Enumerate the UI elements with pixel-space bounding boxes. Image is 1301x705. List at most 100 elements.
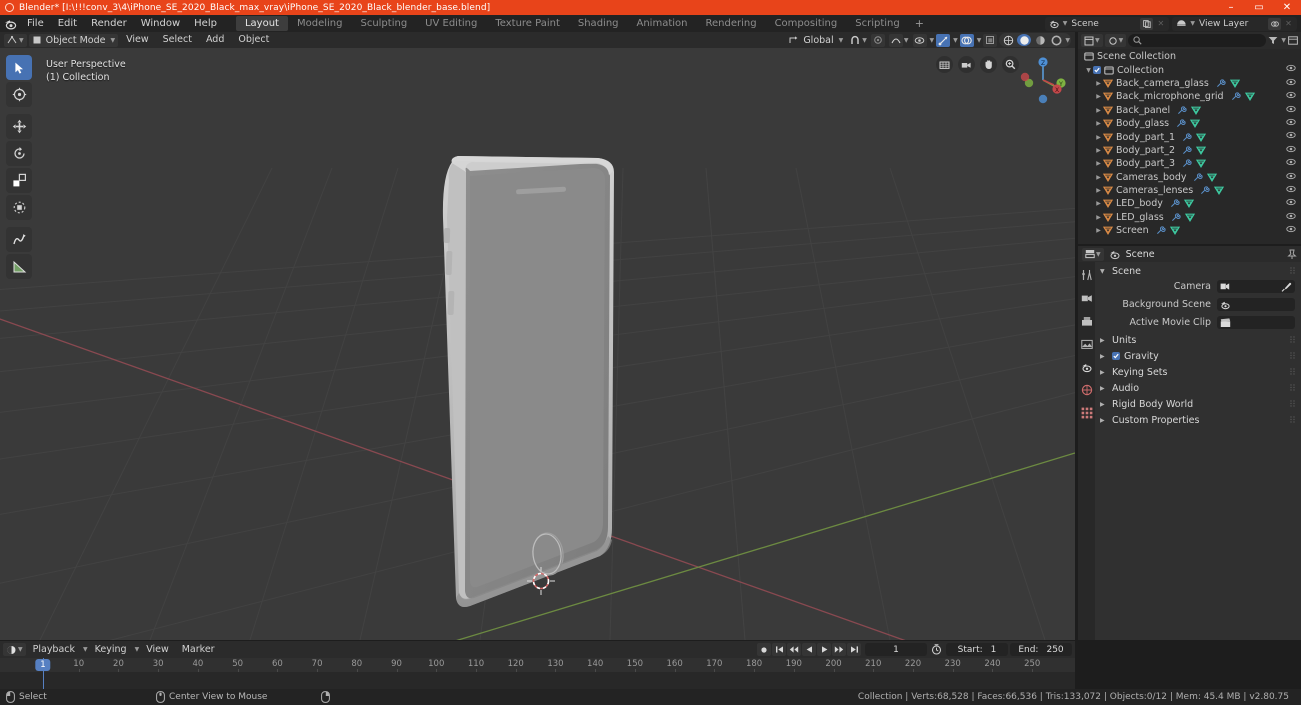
snap-toggle[interactable]: ▼	[847, 34, 869, 47]
tab-layout[interactable]: Layout	[235, 16, 288, 31]
jump-to-start-button[interactable]	[772, 643, 786, 656]
object-visibility-icon[interactable]	[1286, 158, 1296, 166]
disclosure-triangle-icon[interactable]: ▶	[1094, 134, 1103, 141]
disclosure-triangle-icon[interactable]: ▶	[1100, 401, 1108, 408]
viewport-menu-view[interactable]: View	[120, 32, 155, 48]
menu-help[interactable]: Help	[187, 15, 224, 32]
modifier-icon[interactable]	[1182, 132, 1192, 142]
shading-solid[interactable]	[1017, 34, 1032, 46]
new-view-layer-button[interactable]	[1268, 17, 1281, 30]
object-visibility-icon[interactable]	[1286, 105, 1296, 113]
object-mode-selector[interactable]: Object Mode ▼	[28, 33, 119, 47]
remove-scene-button[interactable]: ✕	[1154, 18, 1167, 30]
transform-orientation-selector[interactable]: Global ▼	[786, 34, 845, 47]
world-tab[interactable]	[1079, 383, 1094, 397]
measure-tool[interactable]	[6, 254, 32, 279]
previous-keyframe-button[interactable]	[787, 643, 801, 656]
mesh-data-icon[interactable]	[1196, 146, 1207, 155]
timeline-ruler[interactable]: 10 20 30 40 50 60 70 80 90 100 110 120 130 140 150 160 1…	[0, 658, 1075, 672]
mesh-data-icon[interactable]	[1169, 226, 1180, 236]
object-visibility-icon[interactable]	[1286, 185, 1296, 193]
outliner-filter-mode[interactable]: ▼	[1104, 34, 1127, 47]
disclosure-triangle-icon[interactable]: ▶	[1094, 147, 1103, 154]
object-visibility-icon[interactable]	[1286, 131, 1296, 139]
remove-view-layer-button[interactable]: ✕	[1282, 18, 1295, 30]
modifier-icon[interactable]	[1182, 159, 1192, 168]
mesh-data-icon[interactable]	[1196, 133, 1207, 142]
object-visibility-icon[interactable]	[1286, 78, 1296, 86]
new-scene-button[interactable]	[1140, 17, 1154, 30]
viewport-canvas[interactable]	[0, 48, 1075, 640]
navigation-gizmo[interactable]: Z Y X	[1017, 54, 1069, 106]
disclosure-triangle-icon[interactable]: ▶	[1094, 107, 1103, 114]
modifier-icon[interactable]	[1231, 92, 1241, 101]
object-visibility-icon[interactable]	[1286, 91, 1296, 99]
current-frame-field[interactable]: 1	[865, 643, 927, 656]
outliner-object-row[interactable]: ▶ Body_glass	[1078, 117, 1301, 130]
disclosure-triangle-icon[interactable]: ▶	[1094, 214, 1103, 221]
annotate-tool[interactable]	[6, 227, 32, 252]
overlays-toggle[interactable]	[959, 33, 974, 47]
proportional-edit-toggle[interactable]	[870, 33, 885, 47]
disclosure-triangle-icon[interactable]: ▶	[1094, 80, 1103, 87]
tab-uv-editing[interactable]: UV Editing	[416, 16, 486, 31]
disclosure-triangle-icon[interactable]: ▶	[1094, 120, 1103, 127]
hand-pan-icon[interactable]	[980, 56, 997, 73]
play-button[interactable]	[817, 643, 831, 656]
camera-view-icon[interactable]	[958, 56, 975, 73]
gizmo-toggle[interactable]	[936, 33, 951, 47]
modifier-icon[interactable]	[1156, 226, 1166, 235]
properties-panel-header[interactable]: ▶ Units	[1095, 332, 1301, 348]
falloff-icon[interactable]	[888, 33, 903, 47]
outliner-object-row[interactable]: ▶ Body_part_1	[1078, 130, 1301, 143]
maximize-button[interactable]: ▭	[1245, 0, 1273, 15]
tab-animation[interactable]: Animation	[628, 16, 697, 31]
outliner-display-mode[interactable]: ▼	[1081, 34, 1103, 47]
disclosure-triangle-icon[interactable]: ▶	[1100, 337, 1108, 344]
scene-selector[interactable]: ▼ Scene ✕	[1044, 16, 1170, 31]
shading-rendered[interactable]	[1049, 34, 1063, 46]
modifier-icon[interactable]	[1200, 186, 1210, 195]
modifier-icon[interactable]	[1216, 79, 1226, 88]
timeline-menu-keying[interactable]: Keying	[89, 642, 133, 658]
autokey-icon[interactable]	[929, 644, 944, 655]
tool-tab[interactable]	[1079, 268, 1094, 282]
cursor-tool[interactable]	[6, 82, 32, 107]
modifier-icon[interactable]	[1177, 106, 1187, 115]
menu-file[interactable]: File	[20, 15, 51, 32]
disclosure-triangle-icon[interactable]: ▶	[1100, 353, 1108, 360]
object-visibility-icon[interactable]	[1286, 172, 1296, 180]
outliner-object-row[interactable]: ▶ Back_microphone_grid	[1078, 90, 1301, 103]
outliner-collection[interactable]: ▼ Collection	[1078, 63, 1301, 76]
disclosure-triangle-icon[interactable]: ▶	[1094, 160, 1103, 167]
blender-logo-icon[interactable]	[0, 15, 20, 32]
viewport-menu-object[interactable]: Object	[232, 32, 275, 48]
properties-panel-header[interactable]: ▶ Gravity	[1095, 348, 1301, 364]
visibility-toggle[interactable]	[912, 33, 927, 47]
outliner-object-row[interactable]: ▶ Body_part_3	[1078, 157, 1301, 170]
disclosure-triangle-icon[interactable]: ▶	[1094, 174, 1103, 181]
properties-panel-header[interactable]: ▶ Custom Properties	[1095, 412, 1301, 428]
tab-compositing[interactable]: Compositing	[766, 16, 847, 31]
modifier-icon[interactable]	[1171, 213, 1181, 222]
viewport-menu-add[interactable]: Add	[200, 32, 230, 48]
disclosure-triangle-icon[interactable]: ▶	[1100, 385, 1108, 392]
tab-scripting[interactable]: Scripting	[846, 16, 908, 31]
shading-wireframe[interactable]	[1001, 34, 1015, 46]
mesh-data-icon[interactable]	[1229, 79, 1240, 88]
outliner-object-row[interactable]: ▶ Back_panel	[1078, 104, 1301, 117]
background-scene-field[interactable]	[1217, 298, 1295, 311]
record-button[interactable]	[757, 643, 771, 656]
menu-window[interactable]: Window	[134, 15, 187, 32]
outliner-search-input[interactable]	[1128, 34, 1267, 47]
modifier-icon[interactable]	[1176, 119, 1186, 128]
timeline-menu-playback[interactable]: Playback	[27, 642, 81, 658]
proportional-falloff-selector[interactable]: ▼	[887, 33, 911, 47]
modifier-icon[interactable]	[1182, 146, 1192, 155]
object-tab[interactable]	[1079, 406, 1094, 420]
scale-tool[interactable]	[6, 168, 32, 193]
3d-viewport[interactable]: User Perspective (1) Collection Z Y X	[0, 48, 1075, 640]
transform-tool[interactable]	[6, 195, 32, 220]
timeline-editor-type[interactable]: ▼	[3, 643, 26, 656]
timeline-track-area[interactable]	[0, 672, 1075, 689]
